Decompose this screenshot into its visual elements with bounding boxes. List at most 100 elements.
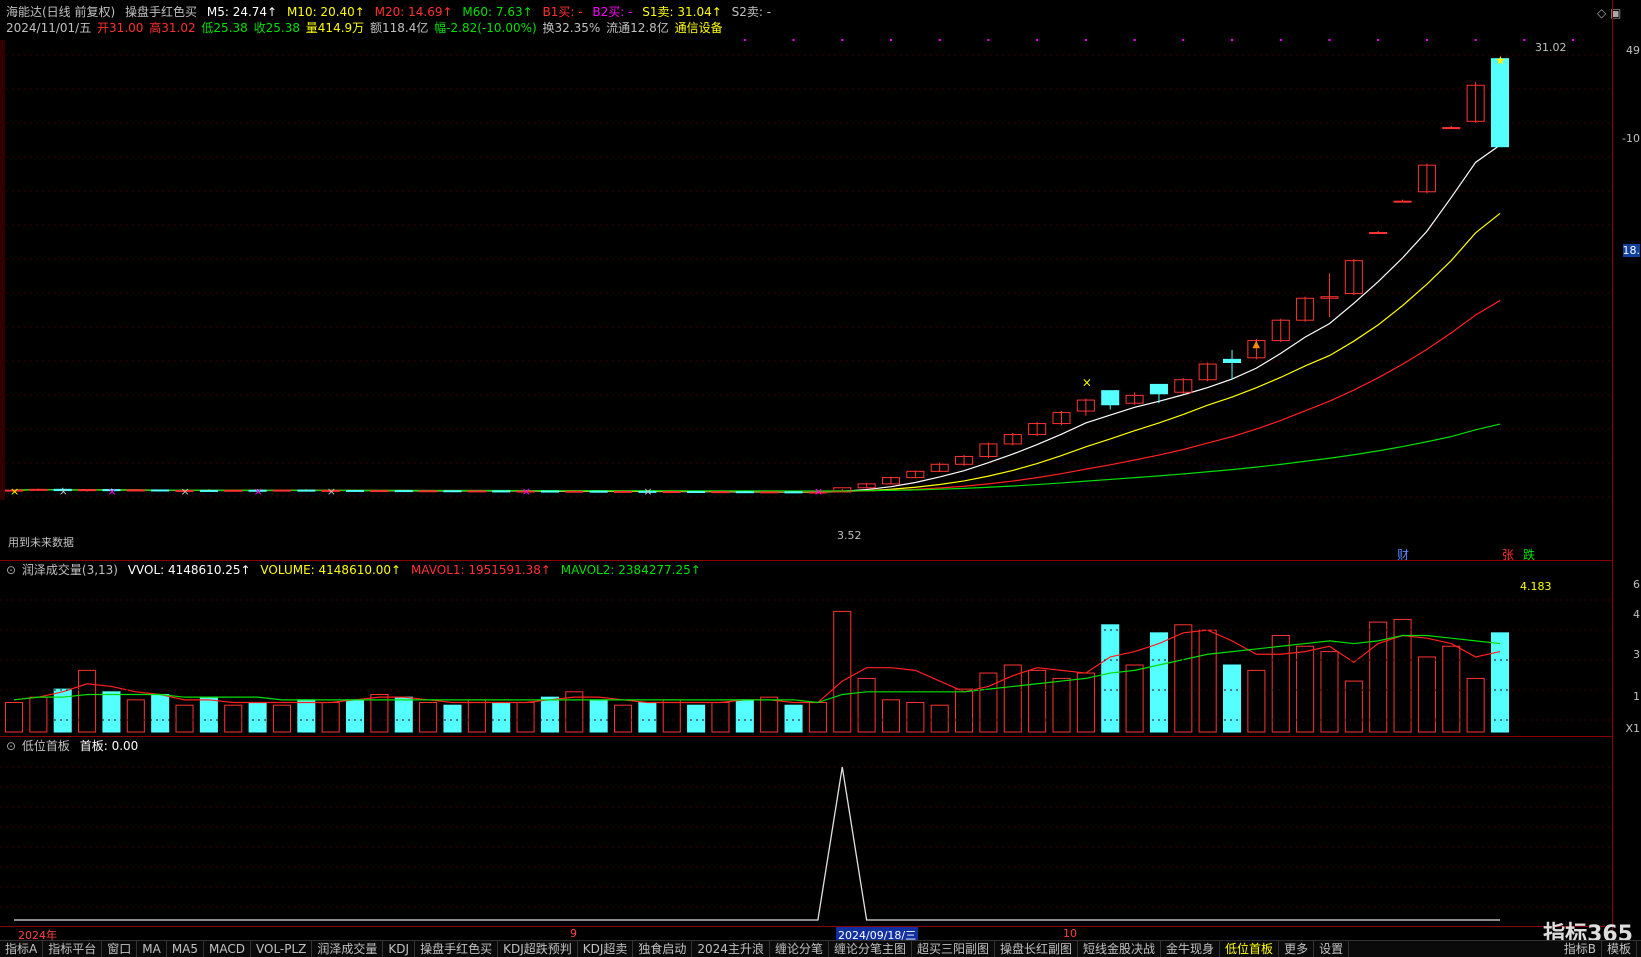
- signal-cross: ×: [107, 485, 116, 498]
- quote-volume: 量414.9万: [305, 21, 365, 35]
- candle-body: [492, 490, 511, 493]
- volume-bar: [955, 688, 974, 733]
- volume-bar: [1101, 624, 1120, 733]
- quote-float: 流通12.8亿: [606, 21, 669, 35]
- tab-21[interactable]: 更多: [1279, 941, 1315, 957]
- volume-bar: [589, 699, 608, 733]
- tab-12[interactable]: 独食启动: [633, 941, 693, 957]
- candle-body: [711, 491, 730, 494]
- ma20-value: M20: 14.69↑: [374, 5, 453, 19]
- tab-8[interactable]: KDJ: [383, 941, 416, 957]
- up-arrow-marker: ▲: [1252, 339, 1260, 350]
- tab-right-1[interactable]: 模板: [1602, 941, 1637, 957]
- tab-1[interactable]: 指标平台: [43, 941, 103, 957]
- tab-20[interactable]: 低位首板: [1220, 941, 1280, 957]
- volume-bar: [540, 696, 559, 733]
- signal-dot: [889, 39, 892, 41]
- volume-bar: [248, 702, 267, 733]
- candle-body: [613, 490, 633, 493]
- signal-cross: ×: [10, 485, 19, 498]
- tab-7[interactable]: 润泽成交量: [312, 941, 384, 957]
- signal-dot: [1572, 39, 1575, 41]
- volume-bar: [4, 702, 24, 733]
- signal-dot: [1182, 39, 1185, 41]
- volume-bar: [613, 704, 633, 733]
- candle-body: [735, 491, 754, 494]
- indicator-name[interactable]: 操盘手红色买: [125, 5, 197, 19]
- tab-5[interactable]: MACD: [204, 941, 251, 957]
- volume-bar: [1028, 669, 1047, 733]
- quote-close: 收25.38: [253, 21, 300, 35]
- volume-collapse-icon[interactable]: ⊙: [6, 563, 16, 577]
- tab-2[interactable]: 窗口: [102, 941, 138, 957]
- signal-cross: ×: [181, 485, 190, 498]
- candle-body: [1149, 383, 1168, 395]
- vvol-value: VVOL: 4148610.25↑: [127, 563, 251, 577]
- subchart-collapse-icon[interactable]: ⊙: [6, 739, 16, 753]
- tab-4[interactable]: MA5: [167, 941, 205, 957]
- volume-bar: [321, 702, 340, 733]
- volume-bar: [1174, 624, 1193, 733]
- candle-body: [1101, 390, 1120, 406]
- date-month-9: 9: [570, 927, 577, 940]
- quote-line: 2024/11/01/五 开31.00 高31.02 低25.38 收25.38…: [6, 21, 729, 35]
- volume-indicator-name[interactable]: 润泽成交量(3,13): [22, 563, 118, 577]
- tab-10[interactable]: KDJ超跌预判: [498, 941, 578, 957]
- volume-bar: [930, 704, 949, 733]
- subchart-name[interactable]: 低位首板: [22, 739, 70, 753]
- tab-19[interactable]: 金牛现身: [1161, 941, 1221, 957]
- signal-dot: [1377, 39, 1380, 41]
- tab-0[interactable]: 指标A: [0, 941, 44, 957]
- axis-vol-1: 1: [1633, 690, 1640, 703]
- ma10-value: M10: 20.40↑: [286, 5, 365, 19]
- right-axis: 49 -10 18. 6 4 3 1 X1: [1612, 0, 1641, 956]
- signal-cross: ×: [522, 485, 531, 498]
- ma60-line: [13, 423, 1501, 492]
- tab-11[interactable]: KDJ超卖: [578, 941, 634, 957]
- tab-13[interactable]: 2024主升浪: [692, 941, 770, 957]
- stock-title[interactable]: 海能达(日线 前复权): [6, 5, 115, 19]
- tab-6[interactable]: VOL-PLZ: [251, 941, 313, 957]
- volume-bar: [297, 699, 316, 733]
- tab-15[interactable]: 缠论分笔主图: [829, 941, 912, 957]
- volume-bar: [1417, 656, 1436, 733]
- volume-bar: [687, 704, 706, 733]
- volume-bar: [1271, 635, 1290, 733]
- price-chart[interactable]: × × × × × × × × × × ★ ▲: [0, 35, 1612, 535]
- candle-body: [687, 491, 706, 494]
- signal-cross: ×: [643, 485, 652, 498]
- tab-3[interactable]: MA: [137, 941, 167, 957]
- signal-cross: ×: [1082, 375, 1092, 389]
- volume-bar: [711, 702, 730, 733]
- volume-bar: [224, 704, 243, 733]
- volume-chart[interactable]: [0, 590, 1612, 736]
- tab-14[interactable]: 缠论分笔: [770, 941, 829, 957]
- volume-bar: [784, 704, 803, 733]
- tab-17[interactable]: 操盘长红副图: [995, 941, 1079, 957]
- tab-right-0[interactable]: 指标B: [1559, 941, 1602, 957]
- candle-body: [662, 491, 681, 494]
- quote-sector[interactable]: 通信设备: [675, 21, 723, 35]
- s2-value: S2卖: -: [731, 5, 772, 19]
- volume-bar: [492, 702, 511, 733]
- axis-label-49: 49: [1626, 44, 1640, 57]
- first-limit-chart[interactable]: [0, 755, 1612, 925]
- volume-bar: [1247, 669, 1266, 733]
- candle-body: [760, 491, 779, 494]
- volume-bar: [1125, 664, 1144, 733]
- volume-bar: [1369, 621, 1388, 733]
- tab-22[interactable]: 设置: [1314, 941, 1350, 957]
- candle-body: [1369, 231, 1388, 234]
- volume-bar: [1149, 632, 1168, 733]
- signal-dot: [1133, 39, 1136, 41]
- quote-change: 幅-2.82(-10.00%): [434, 21, 537, 35]
- candle-body: [151, 489, 170, 492]
- volume-bar: [126, 699, 145, 733]
- ma60-value: M60: 7.63↑: [462, 5, 533, 19]
- signal-dot: [1523, 39, 1526, 41]
- tab-16[interactable]: 超买三阳副图: [912, 941, 995, 957]
- volume-bar: [175, 704, 194, 733]
- tab-9[interactable]: 操盘手红色买: [415, 941, 499, 957]
- candle-body: [784, 491, 803, 494]
- tab-18[interactable]: 短线金股决战: [1078, 941, 1162, 957]
